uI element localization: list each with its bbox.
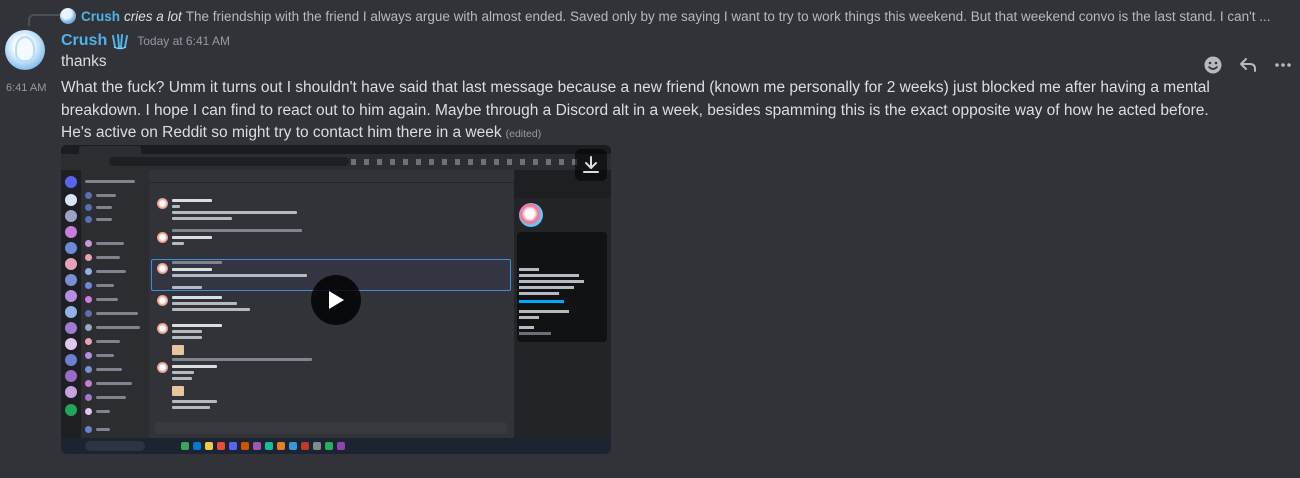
avatar[interactable] bbox=[5, 30, 45, 70]
download-button[interactable] bbox=[575, 149, 607, 181]
message-header: Crush Today at 6:41 AM bbox=[61, 31, 230, 51]
message-timestamp[interactable]: Today at 6:41 AM bbox=[137, 34, 230, 48]
more-icon bbox=[1274, 63, 1291, 67]
reply-avatar[interactable] bbox=[60, 8, 76, 24]
video-server-rail bbox=[61, 170, 81, 438]
video-taskbar bbox=[61, 438, 611, 454]
play-icon bbox=[329, 291, 344, 309]
reply-author[interactable]: Crush bbox=[81, 9, 120, 24]
video-attachment[interactable] bbox=[61, 145, 611, 454]
more-button[interactable] bbox=[1269, 51, 1297, 79]
edited-label[interactable]: (edited) bbox=[506, 128, 542, 140]
reply-reference[interactable]: Crush cries a lot The friendship with th… bbox=[60, 6, 1285, 26]
reply-button[interactable] bbox=[1234, 51, 1262, 79]
message-text: thanks bbox=[61, 53, 107, 70]
role-badge-icon bbox=[112, 34, 129, 50]
video-dm-list bbox=[81, 170, 149, 438]
add-reaction-icon bbox=[1204, 56, 1222, 74]
reply-preview-text[interactable]: The friendship with the friend I always … bbox=[186, 9, 1271, 24]
author-name[interactable]: Crush bbox=[61, 32, 107, 50]
message-text: What the fuck? Umm it turns out I should… bbox=[61, 79, 1210, 141]
video-browser-addressbar bbox=[61, 154, 611, 170]
reply-spine bbox=[28, 14, 60, 26]
video-browser-titlebar bbox=[61, 145, 611, 154]
play-button[interactable] bbox=[311, 275, 361, 325]
download-icon bbox=[583, 156, 599, 173]
reply-action: cries a lot bbox=[124, 8, 182, 24]
message-content: What the fuck? Umm it turns out I should… bbox=[61, 77, 1221, 146]
add-reaction-button[interactable] bbox=[1199, 51, 1227, 79]
reply-icon bbox=[1239, 58, 1256, 72]
message-side-timestamp[interactable]: 6:41 AM bbox=[6, 82, 46, 94]
video-profile-panel bbox=[514, 170, 611, 438]
